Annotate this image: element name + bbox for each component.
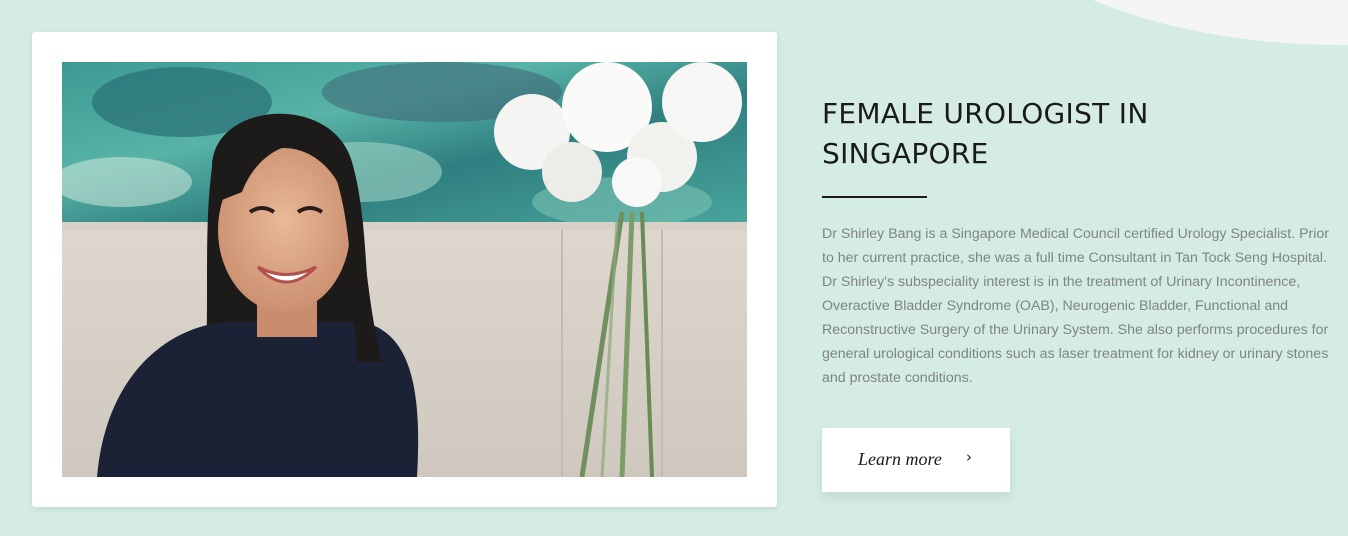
section-title: FEMALE UROLOGIST IN SINGAPORE [822, 94, 1332, 174]
hero-section: FEMALE UROLOGIST IN SINGAPORE Dr Shirley… [0, 0, 1348, 536]
doctor-portrait-photo [62, 62, 747, 477]
decorative-corner-shape [960, 0, 1348, 45]
learn-more-button[interactable]: Learn more › [822, 428, 1010, 492]
photo-card [32, 32, 777, 507]
section-title-line-1: FEMALE UROLOGIST IN [822, 97, 1149, 130]
intro-content: FEMALE UROLOGIST IN SINGAPORE Dr Shirley… [822, 94, 1332, 390]
title-divider [822, 196, 927, 198]
chevron-right-icon: › [966, 448, 972, 466]
learn-more-label: Learn more [858, 449, 942, 469]
section-description: Dr Shirley Bang is a Singapore Medical C… [822, 226, 1330, 386]
section-title-line-2: SINGAPORE [822, 137, 989, 170]
